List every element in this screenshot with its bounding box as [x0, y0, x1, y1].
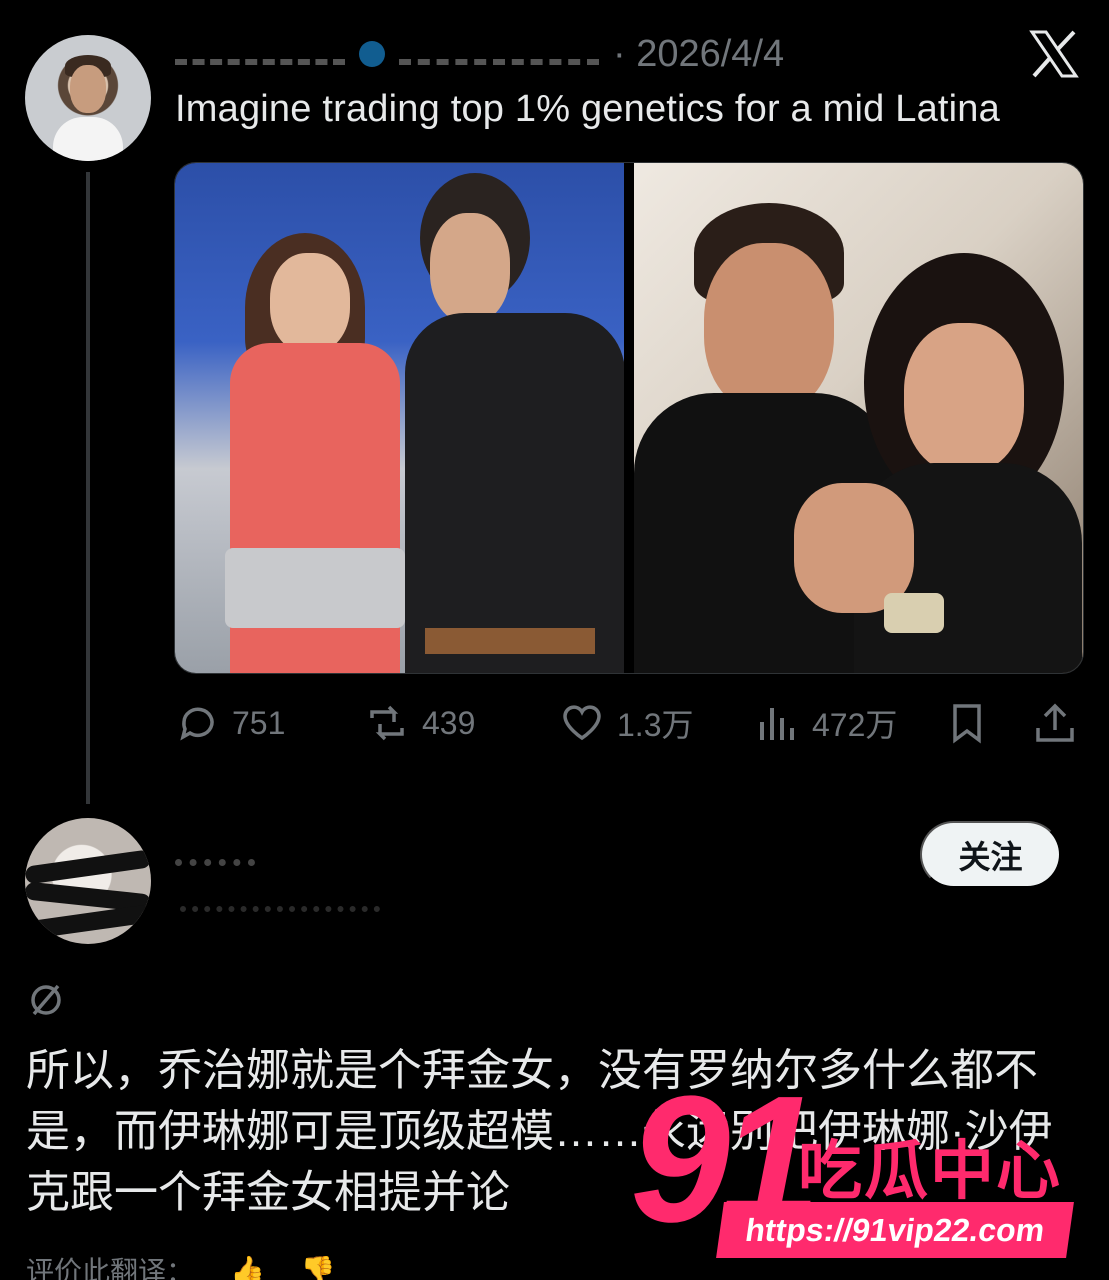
views-count: 472万	[812, 707, 898, 743]
heart-icon	[563, 705, 601, 741]
tweet-action-bar: 751 439 1.3万 472万	[174, 693, 1084, 753]
translation-rating: 评价此翻译： 👍 👎	[26, 1250, 336, 1280]
like-count: 1.3万	[617, 707, 694, 743]
repost-count: 439	[422, 704, 476, 741]
bookmark-icon	[953, 704, 981, 744]
replier-avatar[interactable]	[25, 818, 151, 944]
views-button[interactable]: 472万	[754, 693, 897, 753]
watermark-url: https://91vip22.com	[716, 1202, 1074, 1258]
repost-button[interactable]: 439	[364, 693, 475, 753]
reply-icon	[180, 707, 214, 741]
x-logo-icon[interactable]	[1028, 28, 1080, 80]
replier-name-obscured[interactable]	[175, 840, 255, 866]
share-button[interactable]	[1032, 693, 1090, 753]
tweet-media[interactable]	[174, 162, 1084, 674]
watermark-title: 吃瓜中心	[798, 1135, 1062, 1207]
views-chart-icon	[760, 708, 794, 740]
tweet-header: · 2026/4/4	[175, 30, 784, 78]
thumbs-up-icon[interactable]: 👍	[230, 1254, 265, 1280]
reply-count: 751	[232, 704, 286, 741]
reply-button[interactable]: 751	[174, 693, 285, 753]
replier-handle-obscured[interactable]	[180, 892, 380, 912]
like-button[interactable]: 1.3万	[559, 693, 694, 753]
tweet-photo-right[interactable]	[634, 163, 1083, 673]
author-name-obscured[interactable]	[175, 43, 345, 65]
translate-icon	[31, 984, 61, 1016]
tweet-text: Imagine trading top 1% genetics for a mi…	[175, 88, 1000, 130]
thread-line	[86, 172, 90, 804]
repost-icon	[370, 705, 404, 741]
tweet-date[interactable]: · 2026/4/4	[613, 33, 784, 76]
bookmark-button[interactable]	[944, 693, 1002, 753]
thumbs-down-icon[interactable]: 👎	[301, 1254, 336, 1280]
share-icon	[1036, 703, 1074, 742]
verified-badge-icon	[359, 41, 385, 67]
tweet-photo-left[interactable]	[175, 163, 624, 673]
watermark: 91 吃瓜中心 https://91vip22.com	[620, 1070, 1080, 1280]
author-avatar[interactable]	[25, 35, 151, 161]
author-handle-obscured[interactable]	[399, 43, 599, 65]
follow-button[interactable]: 关注	[920, 821, 1061, 888]
rate-label: 评价此翻译：	[26, 1256, 195, 1280]
